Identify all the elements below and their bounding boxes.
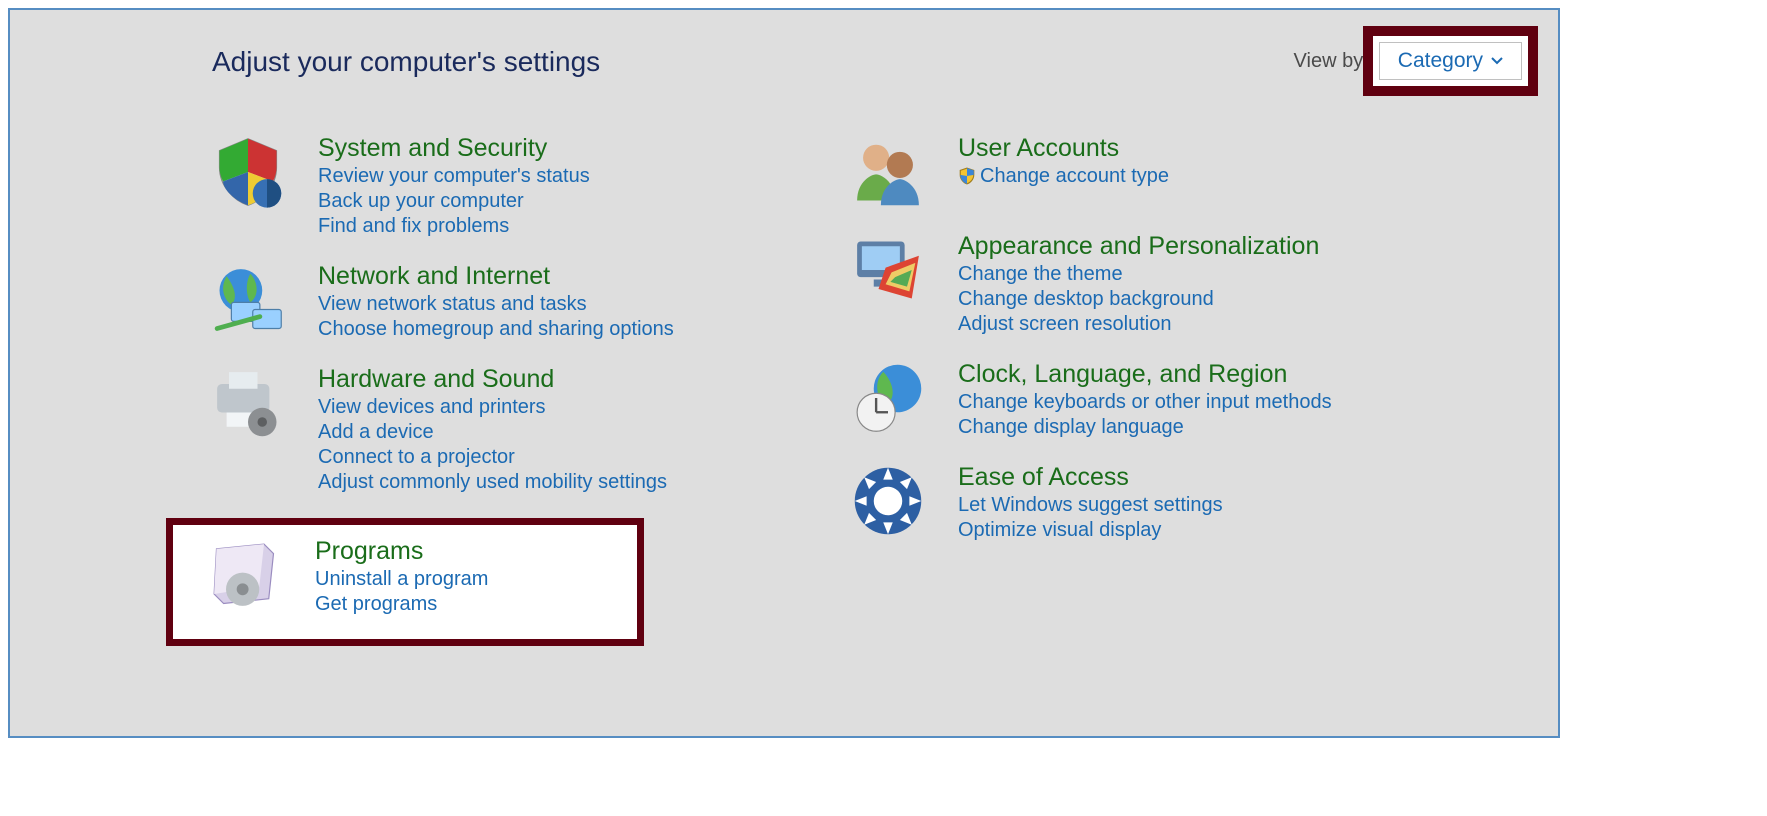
- view-by-dropdown[interactable]: Category: [1379, 42, 1522, 80]
- link-homegroup[interactable]: Choose homegroup and sharing options: [318, 318, 674, 341]
- categories-body: System and Security Review your computer…: [10, 104, 1558, 656]
- view-by-selected: Category: [1398, 49, 1483, 73]
- category-title[interactable]: Appearance and Personalization: [958, 232, 1319, 261]
- category-title[interactable]: Clock, Language, and Region: [958, 360, 1332, 389]
- category-network-internet: Network and Internet View network status…: [210, 262, 850, 343]
- clock-globe-icon: [850, 360, 926, 436]
- link-desktop-bg[interactable]: Change desktop background: [958, 288, 1319, 311]
- link-change-theme[interactable]: Change the theme: [958, 263, 1319, 286]
- category-clock-language: Clock, Language, and Region Change keybo…: [850, 360, 1490, 441]
- link-get-programs[interactable]: Get programs: [315, 593, 488, 616]
- security-shield-icon: [210, 134, 286, 210]
- link-suggest-settings[interactable]: Let Windows suggest settings: [958, 494, 1223, 517]
- category-appearance: Appearance and Personalization Change th…: [850, 232, 1490, 338]
- link-optimize-display[interactable]: Optimize visual display: [958, 519, 1223, 542]
- uac-shield-icon: [958, 167, 976, 185]
- category-ease-access: Ease of Access Let Windows suggest setti…: [850, 463, 1490, 544]
- link-network-status[interactable]: View network status and tasks: [318, 293, 674, 316]
- link-keyboards-input[interactable]: Change keyboards or other input methods: [958, 391, 1332, 414]
- link-back-up[interactable]: Back up your computer: [318, 190, 590, 213]
- page-title: Adjust your computer's settings: [212, 46, 600, 96]
- link-display-language[interactable]: Change display language: [958, 416, 1332, 439]
- link-devices-printers[interactable]: View devices and printers: [318, 396, 667, 419]
- chevron-down-icon: [1491, 57, 1503, 65]
- category-system-security: System and Security Review your computer…: [210, 134, 850, 240]
- category-title[interactable]: Network and Internet: [318, 262, 674, 291]
- link-uninstall-program[interactable]: Uninstall a program: [315, 568, 488, 591]
- ease-access-icon: [850, 463, 926, 539]
- programs-box-icon: [207, 537, 283, 613]
- link-find-problems[interactable]: Find and fix problems: [318, 215, 590, 238]
- header: Adjust your computer's settings View by:…: [10, 10, 1558, 104]
- control-panel-window: Adjust your computer's settings View by:…: [8, 8, 1560, 738]
- network-globe-icon: [210, 262, 286, 338]
- category-title[interactable]: Ease of Access: [958, 463, 1223, 492]
- view-by-highlight: Category: [1373, 36, 1528, 86]
- users-icon: [850, 134, 926, 210]
- hardware-printer-icon: [210, 365, 286, 441]
- link-review-status[interactable]: Review your computer's status: [318, 165, 590, 188]
- view-by-label: View by:: [1294, 50, 1369, 73]
- category-title[interactable]: User Accounts: [958, 134, 1169, 163]
- programs-highlight: Programs Uninstall a program Get program…: [166, 518, 644, 646]
- category-title[interactable]: System and Security: [318, 134, 590, 163]
- link-add-device[interactable]: Add a device: [318, 421, 667, 444]
- category-title[interactable]: Hardware and Sound: [318, 365, 667, 394]
- link-mobility[interactable]: Adjust commonly used mobility settings: [318, 471, 667, 494]
- view-by-area: View by: Category: [1294, 36, 1528, 86]
- link-projector[interactable]: Connect to a projector: [318, 446, 667, 469]
- category-user-accounts: User Accounts Change account type: [850, 134, 1490, 210]
- link-screen-res[interactable]: Adjust screen resolution: [958, 313, 1319, 336]
- right-column: User Accounts Change account type: [850, 134, 1490, 646]
- category-hardware-sound: Hardware and Sound View devices and prin…: [210, 365, 850, 496]
- left-column: System and Security Review your computer…: [210, 134, 850, 646]
- category-programs: Programs Uninstall a program Get program…: [207, 537, 629, 618]
- appearance-icon: [850, 232, 926, 308]
- link-change-account-type[interactable]: Change account type: [958, 165, 1169, 188]
- category-title[interactable]: Programs: [315, 537, 488, 566]
